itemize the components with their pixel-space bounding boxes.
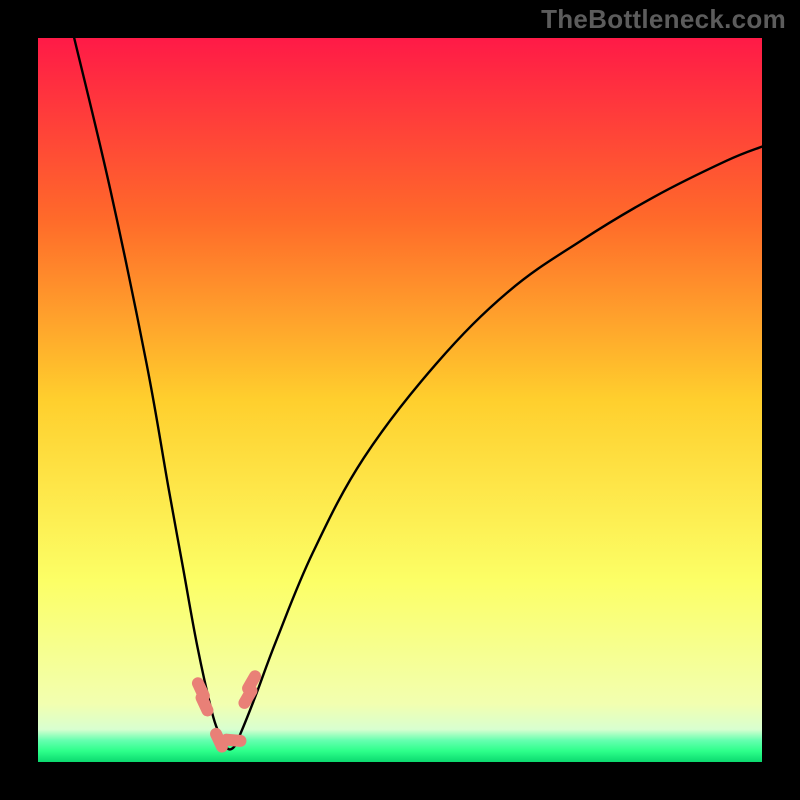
- watermark-text: TheBottleneck.com: [541, 4, 786, 35]
- chart-stage: TheBottleneck.com: [0, 0, 800, 800]
- bottleneck-chart: [0, 0, 800, 800]
- plot-background: [38, 38, 762, 762]
